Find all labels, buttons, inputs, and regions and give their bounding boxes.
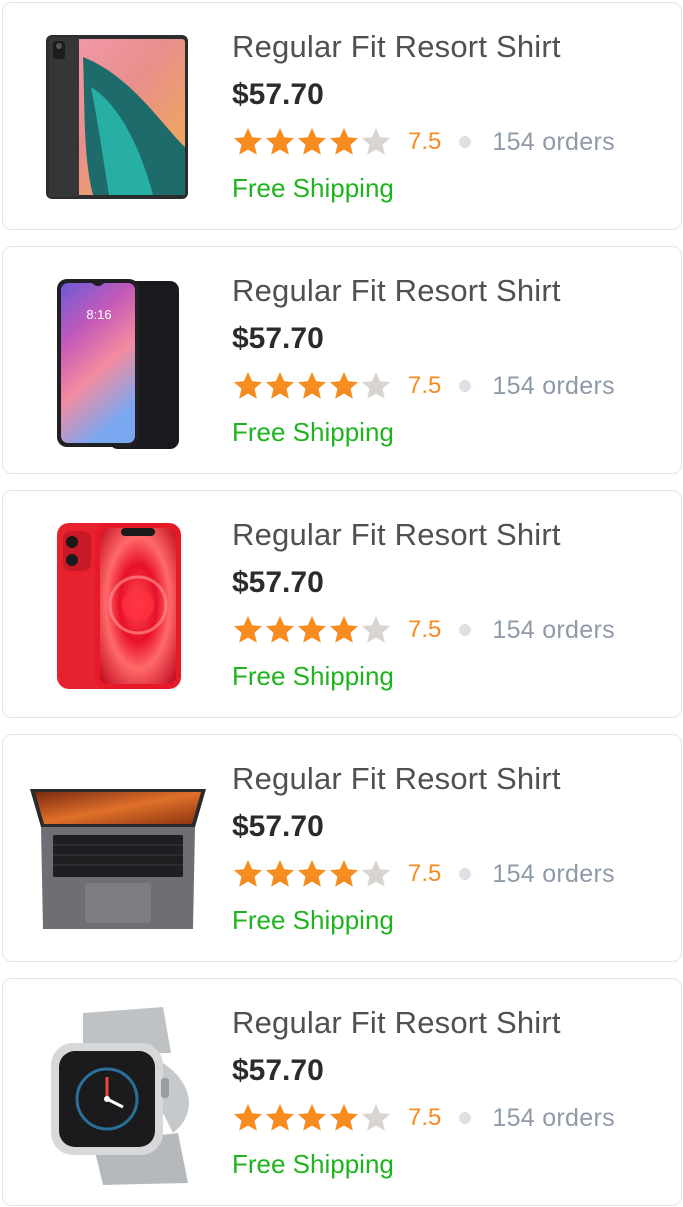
free-shipping-label: Free Shipping: [232, 173, 394, 203]
star-icon: [234, 372, 262, 399]
product-price: $57.70: [232, 78, 324, 111]
star-icon: [298, 128, 326, 155]
product-price: $57.70: [232, 322, 324, 355]
product-title[interactable]: Regular Fit Resort Shirt: [232, 1003, 671, 1043]
star-icon: [234, 860, 262, 887]
rating-value: 7.5: [408, 372, 442, 399]
star-rating: [232, 1102, 392, 1134]
free-shipping-label: Free Shipping: [232, 661, 394, 691]
star-rating: [232, 858, 392, 890]
star-icon: [298, 616, 326, 643]
star-empty-icon: [362, 860, 390, 887]
free-shipping-label: Free Shipping: [232, 417, 394, 447]
rating-value: 7.5: [408, 616, 442, 643]
star-rating: [232, 614, 392, 646]
phone-clock-text: 8:16: [86, 307, 111, 322]
star-icon: [298, 1104, 326, 1131]
orders-count: 154 orders: [492, 371, 615, 400]
product-card[interactable]: Regular Fit Resort Shirt $57.70 7.5 154 …: [2, 2, 682, 230]
star-icon: [266, 128, 294, 155]
star-icon: [234, 128, 262, 155]
android-phone-image[interactable]: 8:16: [13, 261, 213, 461]
product-card[interactable]: Regular Fit Resort Shirt $57.70 7.5 154 …: [2, 490, 682, 718]
star-icon: [330, 1104, 358, 1131]
star-icon: [330, 860, 358, 887]
product-title[interactable]: Regular Fit Resort Shirt: [232, 515, 671, 555]
rating-value: 7.5: [408, 1104, 442, 1131]
rating-value: 7.5: [408, 128, 442, 155]
product-card[interactable]: Regular Fit Resort Shirt $57.70 7.5 154 …: [2, 978, 682, 1206]
tablet-image[interactable]: [13, 17, 213, 217]
separator-dot: [459, 136, 472, 148]
rating-value: 7.5: [408, 860, 442, 887]
smartwatch-image[interactable]: [13, 993, 213, 1193]
star-empty-icon: [362, 616, 390, 643]
orders-count: 154 orders: [492, 1103, 615, 1132]
star-icon: [330, 372, 358, 399]
orders-count: 154 orders: [492, 127, 615, 156]
star-icon: [266, 372, 294, 399]
star-icon: [266, 1104, 294, 1131]
free-shipping-label: Free Shipping: [232, 905, 394, 935]
orders-count: 154 orders: [492, 615, 615, 644]
product-card[interactable]: 8:16 Regular Fit Resort Shirt $57.70 7.5…: [2, 246, 682, 474]
product-price: $57.70: [232, 1054, 324, 1087]
star-rating: [232, 126, 392, 158]
product-price: $57.70: [232, 810, 324, 843]
star-empty-icon: [362, 1104, 390, 1131]
star-icon: [266, 616, 294, 643]
product-price: $57.70: [232, 566, 324, 599]
free-shipping-label: Free Shipping: [232, 1149, 394, 1179]
laptop-image[interactable]: [13, 749, 213, 949]
product-title[interactable]: Regular Fit Resort Shirt: [232, 27, 671, 67]
star-icon: [266, 860, 294, 887]
star-empty-icon: [362, 128, 390, 155]
product-card[interactable]: Regular Fit Resort Shirt $57.70 7.5 154 …: [2, 734, 682, 962]
star-icon: [330, 616, 358, 643]
star-icon: [234, 1104, 262, 1131]
separator-dot: [459, 1112, 472, 1124]
star-icon: [330, 128, 358, 155]
product-title[interactable]: Regular Fit Resort Shirt: [232, 271, 671, 311]
separator-dot: [459, 868, 472, 880]
star-icon: [298, 860, 326, 887]
star-empty-icon: [362, 372, 390, 399]
separator-dot: [459, 624, 472, 636]
star-icon: [298, 372, 326, 399]
red-iphone-image[interactable]: [13, 505, 213, 705]
orders-count: 154 orders: [492, 859, 615, 888]
star-icon: [234, 616, 262, 643]
product-list: Regular Fit Resort Shirt $57.70 7.5 154 …: [0, 0, 683, 1207]
product-title[interactable]: Regular Fit Resort Shirt: [232, 759, 671, 799]
separator-dot: [459, 380, 472, 392]
star-rating: [232, 370, 392, 402]
